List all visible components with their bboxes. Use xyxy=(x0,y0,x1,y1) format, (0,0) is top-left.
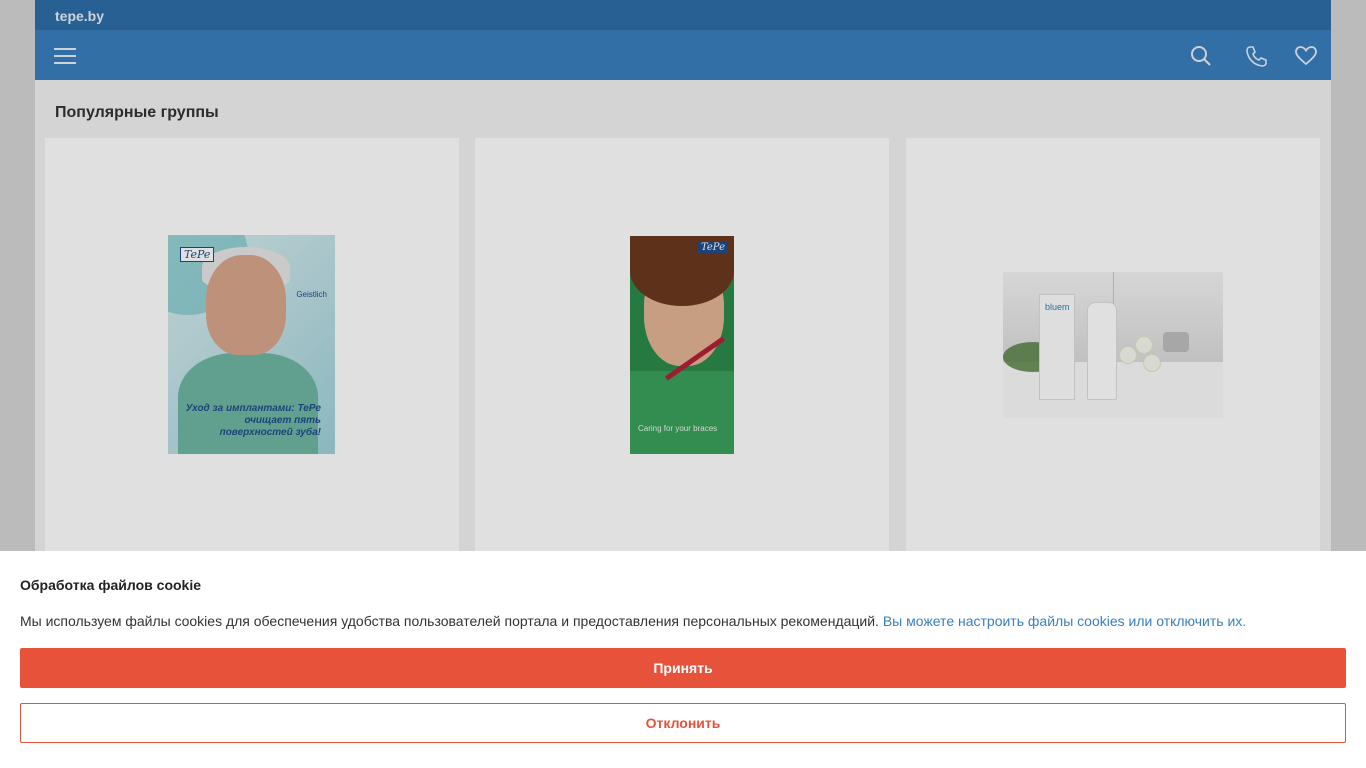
cookie-text: Мы используем файлы cookies для обеспече… xyxy=(20,613,1246,629)
cookie-settings-link[interactable]: Вы можете настроить файлы cookies или от… xyxy=(883,613,1246,629)
decline-button[interactable]: Отклонить xyxy=(20,703,1346,743)
modal-overlay xyxy=(0,0,1366,551)
accept-button[interactable]: Принять xyxy=(20,648,1346,688)
cookie-title: Обработка файлов cookie xyxy=(20,577,202,593)
cookie-description: Мы используем файлы cookies для обеспече… xyxy=(20,613,879,629)
cookie-banner: Обработка файлов cookie Мы используем фа… xyxy=(0,551,1366,768)
